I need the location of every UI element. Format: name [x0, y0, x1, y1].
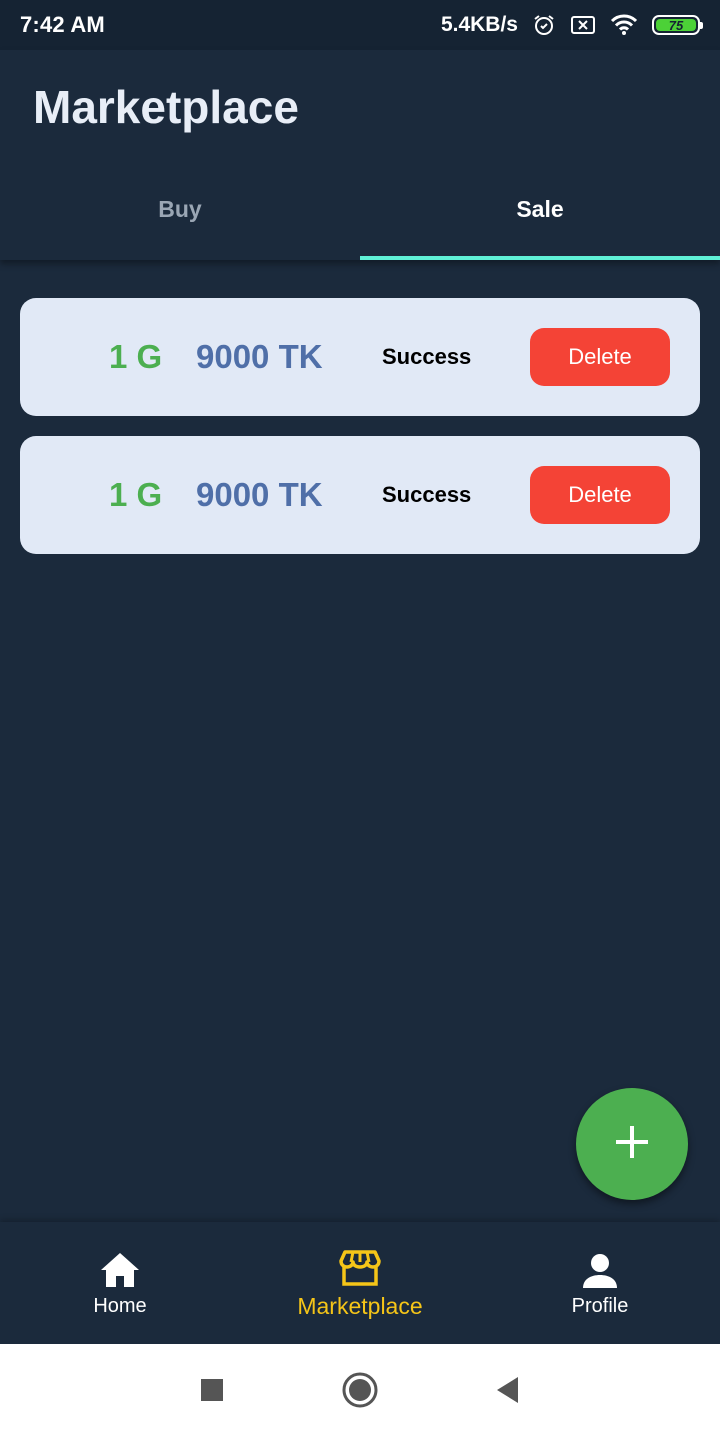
nav-item-profile[interactable]: Profile [480, 1222, 720, 1344]
plus-icon [615, 1125, 649, 1164]
tab-bar: Buy Sale [0, 160, 720, 260]
nav-label-home: Home [93, 1294, 147, 1317]
list-item: 1 G 9000 TK Success Delete [20, 436, 700, 554]
tab-active-indicator [360, 256, 720, 260]
store-icon [339, 1247, 381, 1287]
listing-amount: 1 G [109, 476, 163, 513]
nav-item-home[interactable]: Home [0, 1222, 240, 1344]
alarm-icon [532, 13, 556, 37]
listing-status: Success [382, 344, 472, 369]
listing-price: 9000 TK [196, 476, 323, 513]
battery-icon: 75 [652, 15, 703, 35]
tab-sale[interactable]: Sale [360, 160, 720, 260]
battery-level: 75 [656, 18, 696, 33]
bottom-nav: Home Marketplace Profile [0, 1222, 720, 1344]
add-listing-button[interactable] [576, 1088, 688, 1200]
tab-buy-label: Buy [158, 195, 202, 222]
recents-icon [199, 1377, 225, 1408]
status-icons: 5.4KB/s 75 [440, 13, 703, 37]
listing-amount: 1 G [109, 338, 163, 375]
page-title: Marketplace [33, 81, 299, 133]
home-system-button[interactable] [286, 1370, 434, 1415]
sale-list: 1 G 9000 TK Success Delete 1 G 9000 TK S… [20, 298, 700, 574]
home-icon [99, 1249, 141, 1289]
tab-buy[interactable]: Buy [0, 160, 360, 258]
listing-price: 9000 TK [196, 338, 323, 375]
status-time: 7:42 AM [20, 12, 105, 37]
network-speed: 5.4KB/s [440, 13, 518, 36]
recents-button[interactable] [138, 1377, 286, 1408]
status-bar: 7:42 AM 5.4KB/s 75 [0, 0, 720, 50]
system-nav-bar [0, 1344, 720, 1440]
nav-item-marketplace[interactable]: Marketplace [240, 1222, 480, 1344]
home-circle-icon [340, 1370, 380, 1415]
person-icon [580, 1249, 620, 1289]
tab-sale-label: Sale [516, 195, 564, 222]
delete-button[interactable]: Delete [530, 328, 670, 386]
back-button[interactable] [434, 1375, 582, 1410]
app-header: Marketplace Buy Sale [0, 50, 720, 260]
nav-label-profile: Profile [571, 1294, 629, 1317]
sim-error-icon [570, 14, 596, 36]
delete-button[interactable]: Delete [530, 466, 670, 524]
wifi-icon [610, 14, 638, 36]
listing-status: Success [382, 482, 472, 507]
back-icon [494, 1375, 522, 1410]
list-item: 1 G 9000 TK Success Delete [20, 298, 700, 416]
nav-label-marketplace: Marketplace [297, 1292, 423, 1319]
